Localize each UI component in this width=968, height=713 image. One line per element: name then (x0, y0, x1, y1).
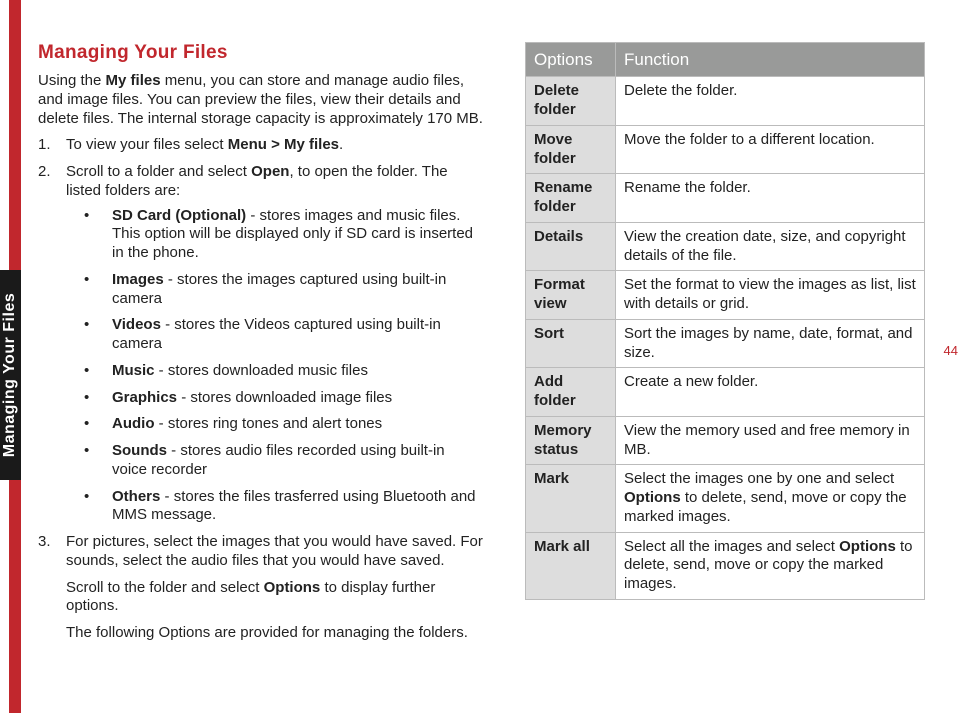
cell-function: View the creation date, size, and copyri… (616, 222, 925, 271)
step-2: 2. Scroll to a folder and select Open, t… (38, 163, 483, 525)
cell-option: Mark all (526, 532, 616, 599)
intro-paragraph: Using the My files menu, you can store a… (38, 72, 483, 128)
table-row: Mark allSelect all the images and select… (526, 532, 925, 599)
options-table: Options Function Delete folderDelete the… (525, 42, 925, 600)
table-row: DetailsView the creation date, size, and… (526, 222, 925, 271)
cell-function: View the memory used and free memory in … (616, 416, 925, 465)
cell-function: Set the format to view the images as lis… (616, 271, 925, 320)
table-row: Add folderCreate a new folder. (526, 368, 925, 417)
step-3: 3. For pictures, select the images that … (38, 533, 483, 643)
cell-function: Delete the folder. (616, 77, 925, 126)
step3-sub1: Scroll to the folder and select Options … (66, 579, 483, 617)
folder-bullet-item: Music - stores downloaded music files (66, 362, 483, 381)
cell-option: Move folder (526, 125, 616, 174)
folder-bullet-item: Sounds - stores audio files recorded usi… (66, 442, 483, 480)
steps-list: 1. To view your files select Menu > My f… (38, 136, 483, 643)
cell-option: Add folder (526, 368, 616, 417)
th-options: Options (526, 43, 616, 77)
table-row: Rename folderRename the folder. (526, 174, 925, 223)
cell-option: Rename folder (526, 174, 616, 223)
table-row: SortSort the images by name, date, forma… (526, 319, 925, 368)
folder-bullet-item: SD Card (Optional) - stores images and m… (66, 207, 483, 263)
cell-option: Mark (526, 465, 616, 532)
cell-function: Sort the images by name, date, format, a… (616, 319, 925, 368)
table-row: Memory statusView the memory used and fr… (526, 416, 925, 465)
folder-bullet-item: Videos - stores the Videos captured usin… (66, 316, 483, 354)
side-tab: Managing Your Files (0, 270, 21, 480)
options-tbody: Delete folderDelete the folder.Move fold… (526, 77, 925, 600)
folder-bullet-item: Graphics - stores downloaded image files (66, 389, 483, 408)
table-row: Format viewSet the format to view the im… (526, 271, 925, 320)
page-content: Managing Your Files Using the My files m… (38, 42, 938, 651)
cell-function: Rename the folder. (616, 174, 925, 223)
folder-bullet-item: Others - stores the files trasferred usi… (66, 488, 483, 526)
folder-bullet-item: Audio - stores ring tones and alert tone… (66, 415, 483, 434)
cell-option: Memory status (526, 416, 616, 465)
cell-option: Details (526, 222, 616, 271)
page-heading: Managing Your Files (38, 42, 483, 64)
cell-function: Move the folder to a different location. (616, 125, 925, 174)
cell-function: Create a new folder. (616, 368, 925, 417)
th-function: Function (616, 43, 925, 77)
folder-bullet-list: SD Card (Optional) - stores images and m… (66, 207, 483, 526)
table-row: Delete folderDelete the folder. (526, 77, 925, 126)
side-tab-label: Managing Your Files (2, 293, 20, 457)
step3-sub2: The following Options are provided for m… (66, 624, 483, 643)
cell-function: Select the images one by one and select … (616, 465, 925, 532)
table-row: MarkSelect the images one by one and sel… (526, 465, 925, 532)
cell-option: Format view (526, 271, 616, 320)
cell-function: Select all the images and select Options… (616, 532, 925, 599)
right-column: Options Function Delete folderDelete the… (525, 42, 925, 651)
folder-bullet-item: Images - stores the images captured usin… (66, 271, 483, 309)
cell-option: Sort (526, 319, 616, 368)
cell-option: Delete folder (526, 77, 616, 126)
table-row: Move folderMove the folder to a differen… (526, 125, 925, 174)
step-1: 1. To view your files select Menu > My f… (38, 136, 483, 155)
left-column: Managing Your Files Using the My files m… (38, 42, 483, 651)
page-number: 44 (944, 343, 958, 358)
